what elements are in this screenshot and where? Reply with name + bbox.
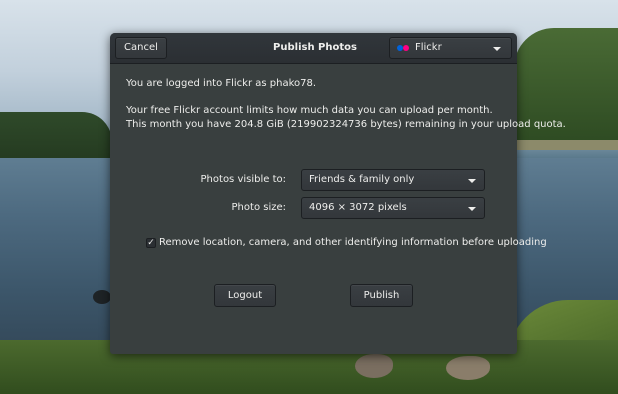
photo-size-dropdown-value: 4096 × 3072 pixels [309,202,407,213]
dialog-title: Publish Photos [273,42,357,53]
photo-size-dropdown[interactable]: 4096 × 3072 pixels [301,197,485,219]
dropdown-arrow-icon [468,207,476,211]
login-status-text: You are logged into Flickr as phako78. [126,78,317,89]
logout-button[interactable]: Logout [214,284,276,307]
wallpaper-goose [355,354,393,378]
wallpaper-rock [93,290,111,304]
upload-quota-text: This month you have 204.8 GiB (219902324… [126,119,566,130]
dropdown-arrow-icon [468,179,476,183]
service-selector-label: Flickr [415,42,442,53]
cancel-button[interactable]: Cancel [115,37,167,59]
strip-metadata-label[interactable]: Remove location, camera, and other ident… [159,237,547,248]
publish-button[interactable]: Publish [350,284,413,307]
wallpaper-goose [446,356,490,380]
publish-photos-dialog: Cancel Publish Photos Flickr You are log… [110,33,566,354]
wallpaper-trees-left [0,112,112,162]
account-limit-text: Your free Flickr account limits how much… [126,105,493,116]
dialog-header-bar: Cancel Publish Photos Flickr [110,33,517,64]
wallpaper-shore [514,140,618,150]
flickr-logo-icon [403,45,409,51]
photo-size-label: Photo size: [231,202,286,213]
service-selector[interactable]: Flickr [389,37,512,59]
dropdown-arrow-icon [493,47,501,51]
visibility-dropdown-value: Friends & family only [309,174,415,185]
strip-metadata-checkbox[interactable]: ✓ [146,238,156,248]
visibility-label: Photos visible to: [200,174,286,185]
visibility-dropdown[interactable]: Friends & family only [301,169,485,191]
